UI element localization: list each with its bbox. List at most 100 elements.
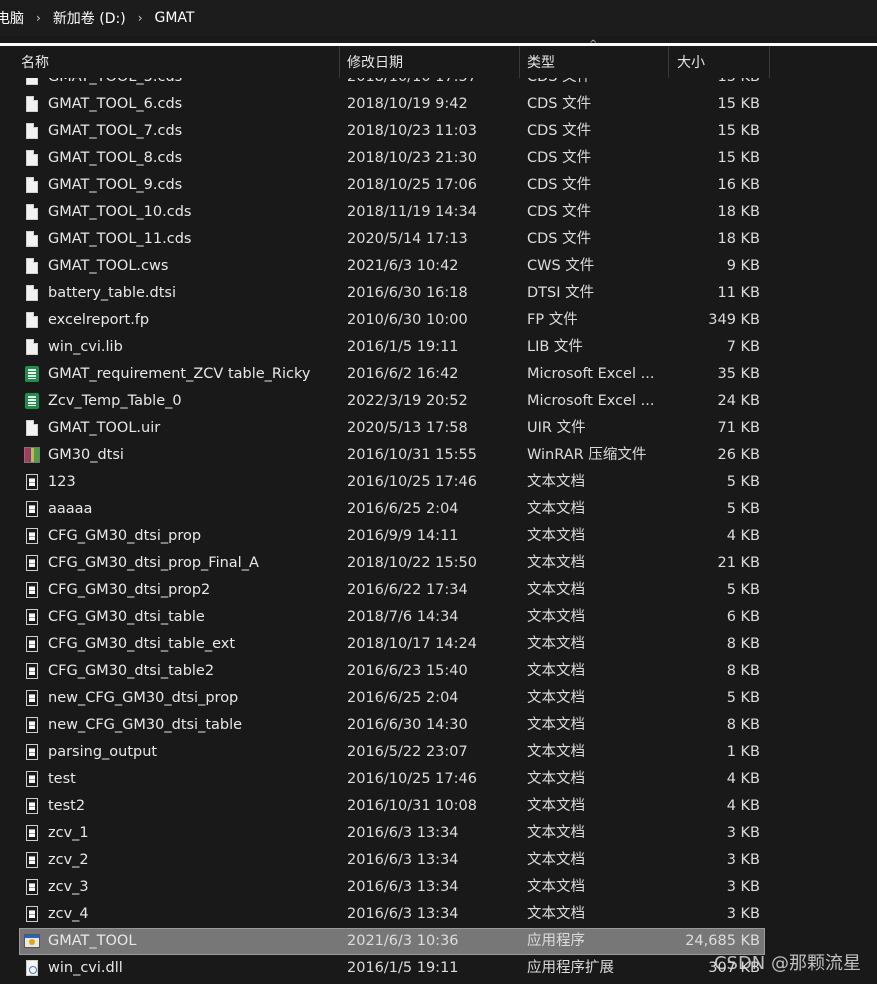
file-row[interactable]: 123 2016/10/25 17:46 文本文档 5 KB (0, 469, 877, 496)
file-row[interactable]: GMAT_TOOL_9.cds 2018/10/25 17:06 CDS 文件 16 … (0, 172, 877, 199)
text-file-icon-glyph (26, 744, 38, 760)
breadcrumb-this-pc[interactable]: 电脑 (0, 8, 28, 28)
text-file-icon-glyph (26, 609, 38, 625)
text-file-icon-glyph (26, 852, 38, 868)
file-row[interactable]: win_cvi.lib 2016/1/5 19:11 LIB 文件 7 KB (0, 334, 877, 361)
file-modified-date: 2016/6/23 15:40 (347, 663, 468, 679)
file-row[interactable]: new_CFG_GM30_dtsi_prop 2016/6/25 2:04 文本文档… (0, 685, 877, 712)
file-type: 文本文档 (527, 879, 585, 895)
column-resize-handle[interactable] (668, 46, 669, 78)
file-row[interactable]: GMAT_TOOL_10.cds 2018/11/19 14:34 CDS 文件 18… (0, 199, 877, 226)
file-row[interactable]: Zcv_Temp_Table_0 2022/3/19 20:52 Microsoft… (0, 388, 877, 415)
file-row[interactable]: GMAT_TOOL_11.cds 2020/5/14 17:13 CDS 文件 18 … (0, 226, 877, 253)
text-file-icon (24, 555, 40, 572)
file-row[interactable]: CFG_GM30_dtsi_table2 2016/6/23 15:40 文本文档 8… (0, 658, 877, 685)
file-name: CFG_GM30_dtsi_table (48, 609, 205, 625)
file-name: GMAT_requirement_ZCV table_Ricky (48, 366, 311, 382)
text-file-icon (24, 798, 40, 815)
file-row[interactable]: GMAT_TOOL_8.cds 2018/10/23 21:30 CDS 文件 15 … (0, 145, 877, 172)
application-icon-glyph (24, 934, 40, 948)
text-file-icon-glyph (26, 798, 38, 814)
file-modified-date: 2016/10/25 17:46 (347, 771, 477, 787)
file-row[interactable]: test 2016/10/25 17:46 文本文档 4 KB (0, 766, 877, 793)
file-row[interactable]: aaaaa 2016/6/25 2:04 文本文档 5 KB (0, 496, 877, 523)
file-name: GMAT_TOOL_8.cds (48, 150, 183, 166)
file-row[interactable]: excelreport.fp 2010/6/30 10:00 FP 文件 349 KB (0, 307, 877, 334)
file-name: Zcv_Temp_Table_0 (48, 393, 182, 409)
file-name: zcv_1 (48, 825, 89, 841)
file-row[interactable]: CFG_GM30_dtsi_prop 2016/9/9 14:11 文本文档 4 KB (0, 523, 877, 550)
chevron-right-icon[interactable]: › (28, 11, 49, 25)
text-file-icon-glyph (26, 474, 38, 490)
file-modified-date: 2016/6/30 16:18 (347, 285, 468, 301)
file-name: GMAT_TOOL_6.cds (48, 96, 183, 112)
file-row[interactable]: GMAT_TOOL_6.cds 2018/10/19 9:42 CDS 文件 15 K… (0, 91, 877, 118)
file-size: 4 KB (726, 771, 760, 787)
file-row[interactable]: GMAT_TOOL.uir 2020/5/13 17:58 UIR 文件 71 KB (0, 415, 877, 442)
file-row[interactable]: parsing_output 2016/5/22 23:07 文本文档 1 KB (0, 739, 877, 766)
text-file-icon (24, 879, 40, 896)
text-file-icon (24, 582, 40, 599)
text-file-icon-glyph (26, 636, 38, 652)
file-row[interactable]: CFG_GM30_dtsi_table 2018/7/6 14:34 文本文档 6 K… (0, 604, 877, 631)
file-modified-date: 2016/1/5 19:11 (347, 339, 459, 355)
file-size: 24 KB (717, 393, 760, 409)
file-modified-date: 2016/6/3 13:34 (347, 825, 459, 841)
column-header-date[interactable]: 修改日期 (347, 46, 403, 78)
file-name: GMAT_TOOL_7.cds (48, 123, 183, 139)
file-name: battery_table.dtsi (48, 285, 176, 301)
file-type: 文本文档 (527, 798, 585, 814)
file-type: 文本文档 (527, 690, 585, 706)
column-header-type[interactable]: 类型 (527, 46, 555, 78)
file-list[interactable]: GMAT_TOOL_5.cds2018/10/10 17:57CDS 文件15 … (0, 78, 877, 984)
file-size: 3 KB (726, 879, 760, 895)
file-row[interactable]: GMAT_TOOL.cws 2021/6/3 10:42 CWS 文件 9 KB (0, 253, 877, 280)
file-row[interactable]: CFG_GM30_dtsi_prop_Final_A 2018/10/22 15:… (0, 550, 877, 577)
file-icon (24, 285, 40, 302)
file-row[interactable]: battery_table.dtsi 2016/6/30 16:18 DTSI 文件… (0, 280, 877, 307)
text-file-icon (24, 744, 40, 761)
file-row[interactable]: CFG_GM30_dtsi_table_ext 2018/10/17 14:24 文… (0, 631, 877, 658)
file-name: zcv_2 (48, 852, 89, 868)
column-resize-handle[interactable] (519, 46, 520, 78)
column-resize-handle[interactable] (769, 46, 770, 78)
file-row[interactable]: GMAT_TOOL_7.cds 2018/10/23 11:03 CDS 文件 15 … (0, 118, 877, 145)
chevron-right-icon[interactable]: › (130, 11, 151, 25)
file-row[interactable]: GMAT_TOOL_5.cds 2018/10/10 17:57 CDS 文件15 … (0, 78, 877, 91)
file-icon-glyph (26, 231, 38, 247)
file-row[interactable]: GMAT_requirement_ZCV table_Ricky 2016/6/2… (0, 361, 877, 388)
file-type: 文本文档 (527, 636, 585, 652)
file-name: GMAT_TOOL_9.cds (48, 177, 183, 193)
file-icon-glyph (26, 312, 38, 328)
file-row[interactable]: zcv_1 2016/6/3 13:34 文本文档 3 KB (0, 820, 877, 847)
file-size: 5 KB (726, 582, 760, 598)
file-row[interactable]: GM30_dtsi 2016/10/31 15:55 WinRAR 压缩文件 26 K… (0, 442, 877, 469)
file-modified-date: 2020/5/13 17:58 (347, 420, 468, 436)
text-file-icon (24, 690, 40, 707)
file-row[interactable]: zcv_2 2016/6/3 13:34 文本文档 3 KB (0, 847, 877, 874)
file-size: 15 KB (717, 96, 760, 112)
file-row[interactable]: zcv_4 2016/6/3 13:34 文本文档 3 KB (0, 901, 877, 928)
breadcrumb: 电脑 › 新加卷 (D:) › GMAT (0, 0, 877, 36)
file-modified-date: 2016/6/3 13:34 (347, 879, 459, 895)
breadcrumb-drive-d[interactable]: 新加卷 (D:) (49, 8, 130, 28)
file-icon (24, 231, 40, 248)
file-modified-date: 2016/6/3 13:34 (347, 906, 459, 922)
file-row[interactable]: new_CFG_GM30_dtsi_table 2016/6/30 14:30 文本… (0, 712, 877, 739)
file-size: 4 KB (726, 528, 760, 544)
file-type: UIR 文件 (527, 420, 586, 436)
file-row[interactable]: test2 2016/10/31 10:08 文本文档 4 KB (0, 793, 877, 820)
file-row[interactable]: zcv_3 2016/6/3 13:34 文本文档 3 KB (0, 874, 877, 901)
file-type: 文本文档 (527, 474, 585, 490)
file-modified-date: 2016/5/22 23:07 (347, 744, 468, 760)
excel-icon (24, 393, 40, 410)
column-header-name[interactable]: 名称 (21, 46, 49, 78)
file-type: Microsoft Excel ... (527, 366, 655, 382)
winrar-icon-glyph (24, 447, 40, 463)
column-resize-handle[interactable] (339, 46, 340, 78)
file-modified-date: 2022/3/19 20:52 (347, 393, 468, 409)
text-file-icon-glyph (26, 501, 38, 517)
breadcrumb-gmat-folder[interactable]: GMAT (151, 10, 199, 26)
column-header-size[interactable]: 大小 (677, 46, 705, 78)
file-row[interactable]: CFG_GM30_dtsi_prop2 2016/6/22 17:34 文本文档 5 … (0, 577, 877, 604)
